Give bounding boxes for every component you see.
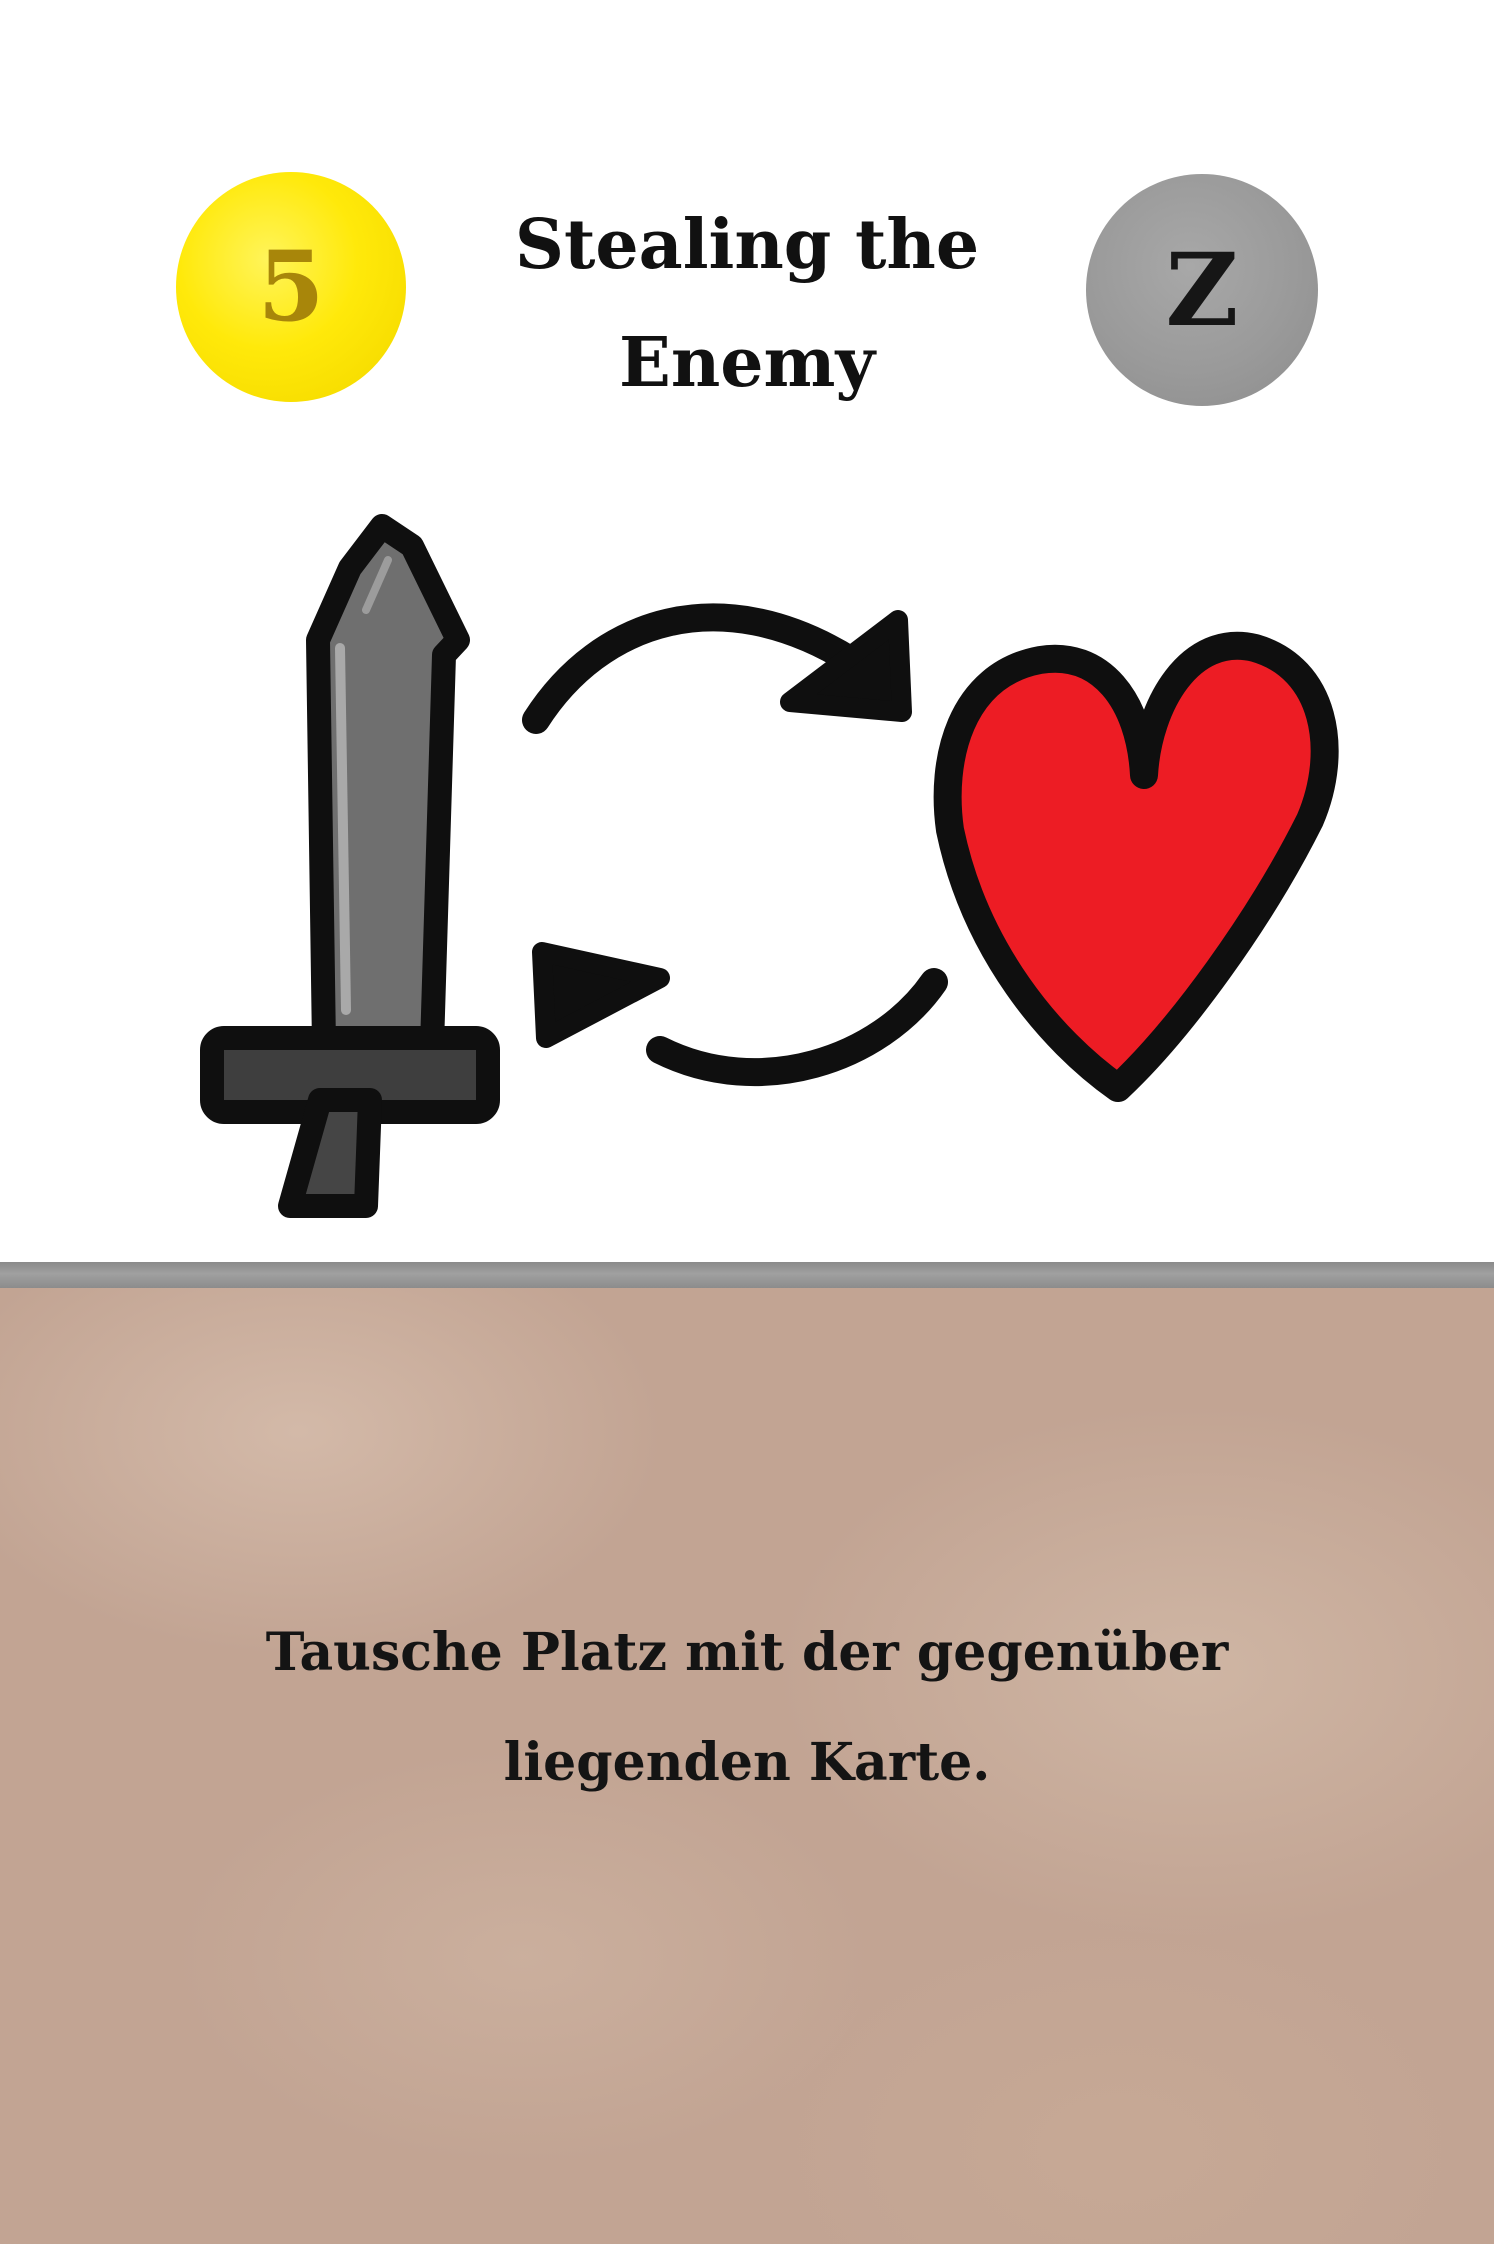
cost-value: 5: [257, 230, 325, 343]
game-card[interactable]: 5 Stealing the Enemy Z Tausche Platz mit…: [0, 0, 1494, 2244]
card-illustration: [200, 514, 1339, 1218]
divider: [0, 1262, 1494, 1288]
cost-coin: 5: [176, 172, 406, 402]
heart-icon: [933, 631, 1339, 1102]
type-letter: Z: [1165, 231, 1239, 349]
text-panel: Tausche Platz mit der gegenüber liegende…: [0, 1288, 1494, 2244]
type-coin: Z: [1086, 174, 1318, 406]
sword-icon: [200, 514, 500, 1218]
card-title: Stealing the Enemy: [514, 205, 980, 403]
card-description: Tausche Platz mit der gegenüber liegende…: [265, 1622, 1229, 1793]
swap-arrows-icon: [522, 603, 948, 1087]
